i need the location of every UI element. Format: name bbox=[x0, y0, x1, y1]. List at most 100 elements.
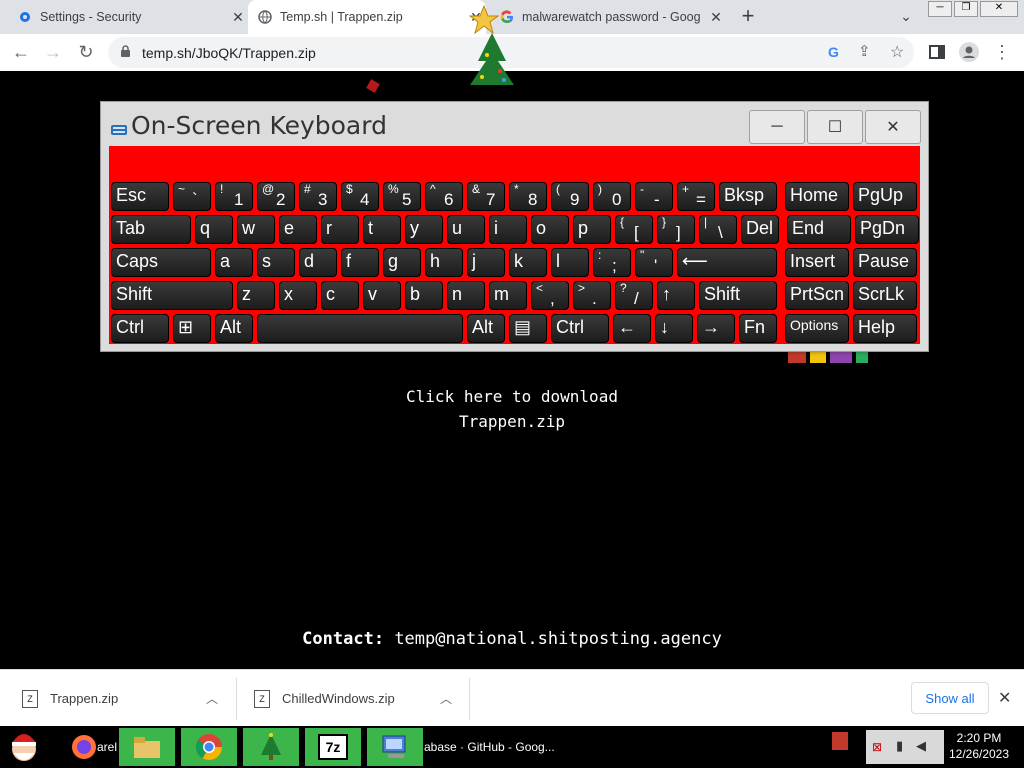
key--[interactable]: ↑ bbox=[657, 281, 695, 310]
key-g[interactable]: g bbox=[383, 248, 421, 277]
key-b[interactable]: b bbox=[405, 281, 443, 310]
key-l[interactable]: l bbox=[551, 248, 589, 277]
key-pgup[interactable]: PgUp bbox=[853, 182, 917, 211]
key-4[interactable]: $4 bbox=[341, 182, 379, 211]
osk-close-button[interactable]: ✕ bbox=[865, 110, 921, 144]
contact-email[interactable]: temp@national.shitposting.agency bbox=[394, 629, 722, 649]
key-j[interactable]: j bbox=[467, 248, 505, 277]
taskbar-7zip[interactable]: 7z bbox=[305, 728, 361, 766]
taskbar-firefox[interactable]: arel bbox=[70, 728, 118, 766]
key-k[interactable]: k bbox=[509, 248, 547, 277]
key-5[interactable]: % 5 bbox=[383, 182, 421, 211]
osk-minimize-button[interactable]: ─ bbox=[749, 110, 805, 144]
download-link-line1[interactable]: Click here to download bbox=[0, 387, 1024, 406]
key--[interactable]: ⊞ bbox=[173, 314, 211, 343]
taskbar-computer[interactable] bbox=[367, 728, 423, 766]
key-end[interactable]: End bbox=[787, 215, 851, 244]
key-y[interactable]: y bbox=[405, 215, 443, 244]
show-all-downloads-button[interactable]: Show all bbox=[911, 682, 989, 714]
key-o[interactable]: o bbox=[531, 215, 569, 244]
key--[interactable]: :; bbox=[593, 248, 631, 277]
key-1[interactable]: ! 1 bbox=[215, 182, 253, 211]
download-item-trappen[interactable]: Z Trappen.zip ︿ bbox=[22, 670, 236, 727]
taskbar-file-explorer[interactable] bbox=[119, 728, 175, 766]
key-6[interactable]: ^ 6 bbox=[425, 182, 463, 211]
key-0[interactable]: ) 0 bbox=[593, 182, 631, 211]
close-downloads-shelf-icon[interactable]: ✕ bbox=[998, 688, 1011, 708]
key-w[interactable]: w bbox=[237, 215, 275, 244]
taskbar-chrome[interactable] bbox=[181, 728, 237, 766]
key-shift[interactable]: Shift bbox=[699, 281, 777, 310]
key--[interactable]: → bbox=[697, 314, 735, 343]
battery-icon[interactable]: ▮ bbox=[896, 738, 903, 754]
key-caps[interactable]: Caps bbox=[111, 248, 211, 277]
bookmark-star-icon[interactable]: ☆ bbox=[890, 42, 904, 62]
profile-avatar-icon[interactable] bbox=[957, 40, 981, 64]
key-z[interactable]: z bbox=[237, 281, 275, 310]
kebab-menu-icon[interactable]: ⋮ bbox=[990, 40, 1014, 64]
osk-maximize-button[interactable]: ☐ bbox=[807, 110, 863, 144]
key--[interactable]: | \ bbox=[699, 215, 737, 244]
key--[interactable]: ⟵ bbox=[677, 248, 777, 277]
key-bksp[interactable]: Bksp bbox=[719, 182, 777, 211]
key--[interactable]: + = bbox=[677, 182, 715, 211]
notification-flag-icon[interactable] bbox=[832, 732, 848, 750]
key-pgdn[interactable]: PgDn bbox=[855, 215, 919, 244]
key-space[interactable] bbox=[257, 314, 463, 343]
key-h[interactable]: h bbox=[425, 248, 463, 277]
tab-settings-security[interactable]: Settings - Security ✕ bbox=[8, 0, 248, 34]
key-insert[interactable]: Insert bbox=[785, 248, 849, 277]
taskbar-clock[interactable]: 2:20 PM 12/26/2023 bbox=[944, 730, 1014, 762]
download-item-chilledwindows[interactable]: Z ChilledWindows.zip ︿ bbox=[254, 670, 468, 727]
key-shift[interactable]: Shift bbox=[111, 281, 233, 310]
key-n[interactable]: n bbox=[447, 281, 485, 310]
back-arrow-icon[interactable]: ← bbox=[9, 40, 33, 64]
key--[interactable]: }] bbox=[657, 215, 695, 244]
taskbar-christmas-tree-app[interactable] bbox=[243, 728, 299, 766]
key-3[interactable]: #3 bbox=[299, 182, 337, 211]
key-s[interactable]: s bbox=[257, 248, 295, 277]
key-help[interactable]: Help bbox=[853, 314, 917, 343]
new-tab-button[interactable]: + bbox=[736, 4, 760, 28]
key-ctrl[interactable]: Ctrl bbox=[111, 314, 169, 343]
key-tab[interactable]: Tab bbox=[111, 215, 191, 244]
download-link-filename[interactable]: Trappen.zip bbox=[0, 412, 1024, 431]
tab-google-search[interactable]: malwarewatch password - Goog ✕ bbox=[490, 0, 726, 34]
side-panel-icon[interactable] bbox=[925, 40, 949, 64]
key-7[interactable]: & 7 bbox=[467, 182, 505, 211]
taskbar-github-window[interactable]: abase · GitHub - Goog... bbox=[424, 728, 574, 766]
key-prtscn[interactable]: PrtScn bbox=[785, 281, 849, 310]
key-m[interactable]: m bbox=[489, 281, 527, 310]
key-x[interactable]: x bbox=[279, 281, 317, 310]
key-alt[interactable]: Alt bbox=[467, 314, 505, 343]
key-e[interactable]: e bbox=[279, 215, 317, 244]
key--[interactable]: ← bbox=[613, 314, 651, 343]
download-options-chevron-icon[interactable]: ︿ bbox=[440, 690, 452, 707]
network-error-icon[interactable]: ⊠ bbox=[872, 740, 882, 754]
google-lens-icon[interactable]: G bbox=[826, 44, 842, 65]
key--[interactable]: ? / bbox=[615, 281, 653, 310]
close-window-button[interactable]: ✕ bbox=[980, 1, 1018, 17]
reload-icon[interactable]: ↻ bbox=[74, 40, 98, 64]
key--[interactable]: >. bbox=[573, 281, 611, 310]
key-t[interactable]: t bbox=[363, 215, 401, 244]
key-fn[interactable]: Fn bbox=[739, 314, 777, 343]
key-a[interactable]: a bbox=[215, 248, 253, 277]
key--[interactable]: -- bbox=[635, 182, 673, 211]
key-i[interactable]: i bbox=[489, 215, 527, 244]
tab-search-chevron-icon[interactable]: ⌄ bbox=[896, 8, 916, 28]
santa-start-button-icon[interactable] bbox=[2, 728, 46, 766]
key-u[interactable]: u bbox=[447, 215, 485, 244]
key-scrlk[interactable]: ScrLk bbox=[853, 281, 917, 310]
key-r[interactable]: r bbox=[321, 215, 359, 244]
key-esc[interactable]: Esc bbox=[111, 182, 169, 211]
close-tab-icon[interactable]: ✕ bbox=[706, 9, 726, 26]
close-tab-icon[interactable]: ✕ bbox=[228, 9, 248, 26]
key-del[interactable]: Del bbox=[741, 215, 779, 244]
key-8[interactable]: * 8 bbox=[509, 182, 547, 211]
key--[interactable]: ~ ` bbox=[173, 182, 211, 211]
key-alt[interactable]: Alt bbox=[215, 314, 253, 343]
key-options[interactable]: Options bbox=[785, 314, 849, 343]
key-pause[interactable]: Pause bbox=[853, 248, 917, 277]
download-options-chevron-icon[interactable]: ︿ bbox=[206, 690, 218, 707]
